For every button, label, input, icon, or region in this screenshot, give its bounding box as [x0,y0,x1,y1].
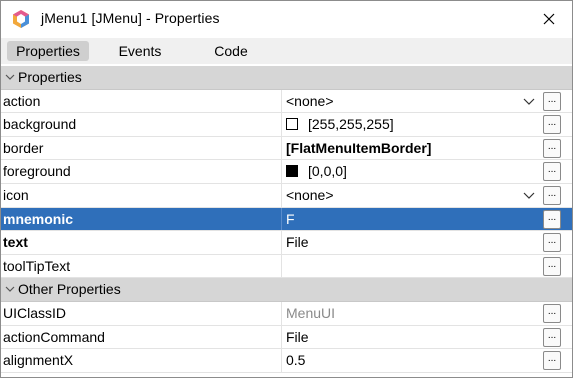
tab-events[interactable]: Events [109,41,171,61]
property-name: border [3,139,44,156]
edit-button[interactable]: ... [543,233,561,253]
edit-button[interactable]: ... [543,303,561,323]
close-button[interactable] [526,1,572,37]
app-logo-icon [13,10,29,28]
property-name: action [3,92,41,109]
edit-button[interactable]: ... [543,351,561,371]
property-sheet: Properties action <none> ... background … [1,66,572,373]
property-value[interactable]: 0.5 [286,349,305,372]
column-divider [281,89,282,113]
property-name: icon [3,186,29,203]
edit-button[interactable]: ... [543,138,561,158]
property-row-uiclassid[interactable]: UIClassID MenuUI ... [1,301,572,326]
edit-button[interactable]: ... [543,209,561,229]
property-row-mnemonic[interactable]: mnemonic F ... [1,207,572,232]
property-value: MenuUI [286,304,336,321]
column-divider [281,113,282,136]
column-divider [281,207,282,231]
color-value: [255,255,255] [308,116,394,133]
chevron-down-icon [5,286,15,293]
column-divider [281,160,282,183]
property-value[interactable]: [255,255,255] [286,113,394,136]
edit-button[interactable]: ... [543,327,561,347]
property-value[interactable]: <none> [286,184,334,207]
color-value: [0,0,0] [308,163,347,180]
edit-button[interactable]: ... [543,115,561,135]
tab-code[interactable]: Code [201,41,261,61]
property-row-background[interactable]: background [255,255,255] ... [1,113,572,137]
edit-button[interactable]: ... [543,91,561,111]
property-value[interactable]: [FlatMenuItemBorder] [286,137,431,160]
properties-window: jMenu1 [JMenu] - Properties Properties E… [0,0,573,378]
property-value[interactable]: F [286,208,295,231]
property-row-icon[interactable]: icon <none> ... [1,183,572,208]
property-name: background [3,116,77,133]
property-row-text[interactable]: text File ... [1,231,572,255]
property-name: UIClassID [3,304,67,321]
column-divider [281,301,282,325]
property-value[interactable]: <none> [286,90,334,113]
property-name: alignmentX [3,352,74,369]
property-name: foreground [3,163,71,180]
property-value[interactable]: File [286,326,309,349]
group-header-properties[interactable]: Properties [1,66,572,90]
column-divider [281,349,282,372]
property-value[interactable]: [0,0,0] [286,160,347,183]
group-label: Other Properties [18,281,121,298]
column-divider [281,136,282,160]
edit-button[interactable]: ... [543,162,561,182]
chevron-down-icon[interactable] [523,95,535,107]
property-name: text [3,234,28,251]
edit-button[interactable]: ... [543,256,561,276]
column-divider [281,183,282,207]
property-row-actioncommand[interactable]: actionCommand File ... [1,325,572,350]
title-bar: jMenu1 [JMenu] - Properties [1,1,572,37]
property-row-border[interactable]: border [FlatMenuItemBorder] ... [1,136,572,161]
group-header-other-properties[interactable]: Other Properties [1,278,572,302]
property-value[interactable]: File [286,231,309,254]
property-row-tooltiptext[interactable]: toolTipText ... [1,254,572,279]
tab-properties[interactable]: Properties [7,41,89,61]
chevron-down-icon[interactable] [523,189,535,201]
column-divider [281,254,282,278]
color-swatch [286,165,298,178]
property-name: mnemonic [3,210,74,227]
property-row-action[interactable]: action <none> ... [1,89,572,114]
property-name: toolTipText [3,257,71,274]
tab-bar: Properties Events Code [1,38,572,64]
group-label: Properties [18,69,82,85]
edit-button[interactable]: ... [543,185,561,205]
column-divider [281,325,282,349]
close-icon [543,13,555,25]
property-row-foreground[interactable]: foreground [0,0,0] ... [1,160,572,184]
property-name: actionCommand [3,328,105,345]
color-swatch [286,118,298,131]
property-row-alignmentx[interactable]: alignmentX 0.5 ... [1,349,572,373]
column-divider [281,231,282,254]
window-title: jMenu1 [JMenu] - Properties [41,10,220,26]
chevron-down-icon [5,74,15,80]
